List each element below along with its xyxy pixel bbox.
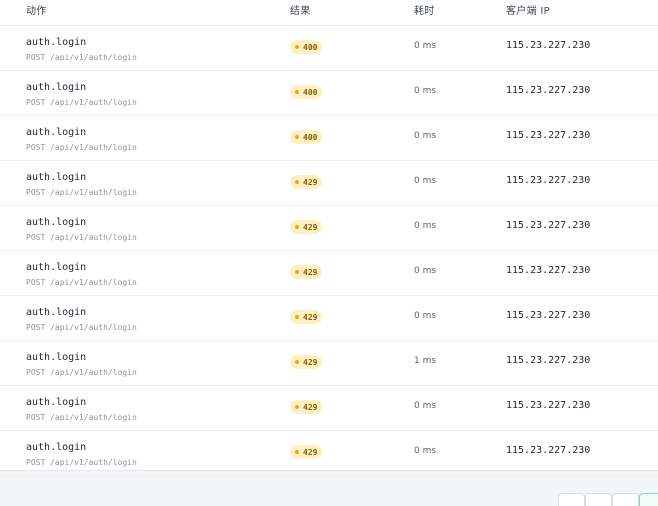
status-badge: 400: [290, 40, 323, 54]
client-ip: 115.23.227.230: [506, 445, 591, 456]
status-badge: 429: [290, 445, 323, 459]
status-code: 429: [303, 312, 318, 322]
status-badge: 429: [290, 265, 323, 279]
status-code: 429: [303, 267, 318, 277]
status-badge: 400: [290, 130, 323, 144]
duration: 0 ms: [414, 176, 437, 186]
action-name: auth.login: [26, 262, 87, 273]
status-dot-icon: [295, 135, 299, 139]
status-badge: 429: [290, 355, 323, 369]
duration: 0 ms: [414, 41, 437, 51]
status-badge: 429: [290, 400, 323, 414]
request-path: POST /api/v1/auth/login: [26, 143, 137, 152]
table-row[interactable]: auth.login POST /api/v1/auth/login 429 0 ms…: [0, 295, 658, 341]
status-code: 400: [303, 42, 318, 52]
client-ip: 115.23.227.230: [506, 265, 591, 276]
request-path: POST /api/v1/auth/login: [26, 368, 137, 377]
status-code: 400: [303, 132, 318, 142]
request-path: POST /api/v1/auth/login: [26, 188, 137, 197]
duration: 0 ms: [414, 446, 437, 456]
header-result: 结果: [290, 6, 311, 17]
status-dot-icon: [295, 315, 299, 319]
client-ip: 115.23.227.230: [506, 40, 591, 51]
status-dot-icon: [295, 90, 299, 94]
status-badge: 429: [290, 175, 323, 189]
duration: 1 ms: [414, 356, 437, 366]
action-name: auth.login: [26, 82, 87, 93]
status-dot-icon: [295, 450, 299, 454]
table-row[interactable]: auth.login POST /api/v1/auth/login 429 0 ms…: [0, 160, 658, 206]
action-name: auth.login: [26, 172, 87, 183]
request-path: POST /api/v1/auth/login: [26, 323, 137, 332]
status-code: 429: [303, 447, 318, 457]
action-name: auth.login: [26, 127, 87, 138]
status-badge: 429: [290, 220, 323, 234]
client-ip: 115.23.227.230: [506, 220, 591, 231]
header-action: 动作: [26, 6, 47, 17]
header-duration: 耗时: [414, 6, 435, 17]
action-name: auth.login: [26, 397, 87, 408]
duration: 0 ms: [414, 266, 437, 276]
client-ip: 115.23.227.230: [506, 400, 591, 411]
client-ip: 115.23.227.230: [506, 130, 591, 141]
request-path: POST /api/v1/auth/login: [26, 98, 137, 107]
action-name: auth.login: [26, 217, 87, 228]
status-code: 429: [303, 177, 318, 187]
pagination: [558, 493, 658, 506]
table-row[interactable]: auth.login POST /api/v1/auth/login 400 0 ms…: [0, 115, 658, 161]
duration: 0 ms: [414, 311, 437, 321]
status-dot-icon: [295, 270, 299, 274]
action-name: auth.login: [26, 307, 87, 318]
table-row[interactable]: auth.login POST /api/v1/auth/login 400 0 ms…: [0, 25, 658, 71]
header-client-ip: 客户端 IP: [506, 6, 550, 17]
status-dot-icon: [295, 360, 299, 364]
request-path: POST /api/v1/auth/login: [26, 233, 137, 242]
action-name: auth.login: [26, 442, 87, 453]
table-row[interactable]: auth.login POST /api/v1/auth/login 429 0 ms…: [0, 205, 658, 251]
client-ip: 115.23.227.230: [506, 310, 591, 321]
status-code: 400: [303, 87, 318, 97]
duration: 0 ms: [414, 401, 437, 411]
duration: 0 ms: [414, 221, 437, 231]
request-path: POST /api/v1/auth/login: [26, 458, 137, 467]
status-dot-icon: [295, 405, 299, 409]
client-ip: 115.23.227.230: [506, 85, 591, 96]
action-name: auth.login: [26, 352, 87, 363]
request-path: POST /api/v1/auth/login: [26, 53, 137, 62]
table-row[interactable]: auth.login POST /api/v1/auth/login 429 0 ms…: [0, 385, 658, 431]
table-row[interactable]: auth.login POST /api/v1/auth/login 429 0 ms…: [0, 250, 658, 296]
duration: 0 ms: [414, 86, 437, 96]
duration: 0 ms: [414, 131, 437, 141]
audit-log-table: 动作 结果 耗时 客户端 IP auth.login POST /api/v1/a…: [0, 0, 658, 476]
action-name: auth.login: [26, 37, 87, 48]
status-badge: 429: [290, 310, 323, 324]
status-code: 429: [303, 357, 318, 367]
table-header: 动作 结果 耗时 客户端 IP: [0, 0, 658, 26]
request-path: POST /api/v1/auth/login: [26, 413, 137, 422]
table-row[interactable]: auth.login POST /api/v1/auth/login 429 0 ms…: [0, 430, 658, 476]
status-code: 429: [303, 222, 318, 232]
status-badge: 400: [290, 85, 323, 99]
status-code: 429: [303, 402, 318, 412]
client-ip: 115.23.227.230: [506, 175, 591, 186]
client-ip: 115.23.227.230: [506, 355, 591, 366]
table-row[interactable]: auth.login POST /api/v1/auth/login 400 0 ms…: [0, 70, 658, 116]
status-dot-icon: [295, 180, 299, 184]
status-dot-icon: [295, 225, 299, 229]
status-dot-icon: [295, 45, 299, 49]
request-path: POST /api/v1/auth/login: [26, 278, 137, 287]
table-row[interactable]: auth.login POST /api/v1/auth/login 429 1 ms…: [0, 340, 658, 386]
